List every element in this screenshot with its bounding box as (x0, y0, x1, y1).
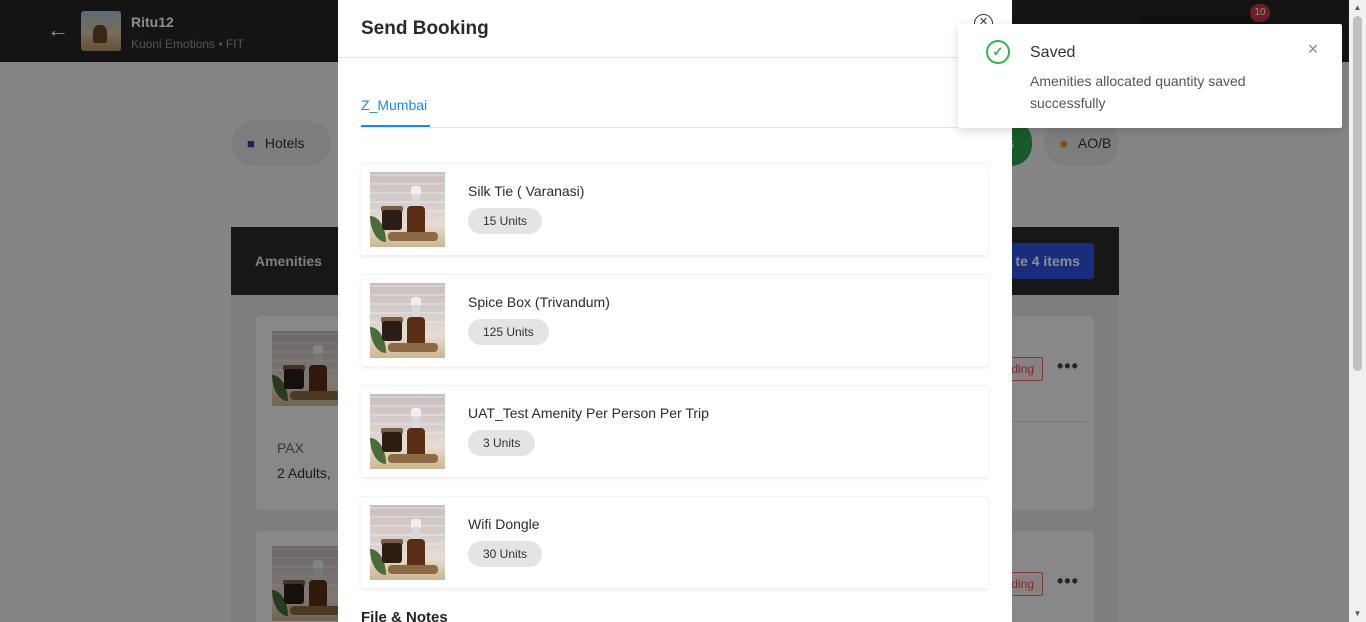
page-scrollbar[interactable]: ▲ ▼ (1349, 0, 1366, 622)
file-notes-heading: File & Notes (361, 609, 448, 622)
amenity-image (370, 394, 445, 469)
list-item: Wifi Dongle 30 Units (361, 496, 988, 588)
units-badge: 125 Units (468, 319, 549, 345)
scroll-up-icon[interactable]: ▲ (1349, 0, 1366, 16)
units-badge: 15 Units (468, 208, 543, 234)
scrollbar-thumb[interactable] (1353, 16, 1362, 371)
amenity-name: UAT_Test Amenity Per Person Per Trip (468, 405, 709, 421)
amenity-name: Wifi Dongle (468, 516, 540, 532)
scroll-down-icon[interactable]: ▼ (1349, 606, 1366, 622)
send-booking-modal: Send Booking ✕ Z_Mumbai Silk Tie ( Varan… (338, 0, 1012, 622)
toast-title: Saved (1030, 44, 1076, 61)
divider (338, 57, 1012, 58)
list-item: Spice Box (Trivandum) 125 Units (361, 274, 988, 366)
amenity-name: Silk Tie ( Varanasi) (468, 183, 585, 199)
success-toast: ✓ Saved Amenities allocated quantity sav… (958, 24, 1342, 128)
check-circle-icon: ✓ (986, 40, 1010, 64)
list-item: UAT_Test Amenity Per Person Per Trip 3 U… (361, 385, 988, 477)
amenity-image (370, 172, 445, 247)
tab-z-mumbai[interactable]: Z_Mumbai (361, 97, 427, 113)
units-badge: 3 Units (468, 430, 536, 456)
divider (361, 127, 988, 128)
close-icon[interactable]: × (1304, 40, 1322, 58)
amenity-image (370, 505, 445, 580)
amenity-image (370, 283, 445, 358)
units-badge: 30 Units (468, 541, 543, 567)
list-item: Silk Tie ( Varanasi) 15 Units (361, 163, 988, 255)
amenity-name: Spice Box (Trivandum) (468, 294, 610, 310)
modal-title: Send Booking (361, 18, 489, 39)
toast-message: Amenities allocated quantity saved succe… (1030, 73, 1246, 111)
